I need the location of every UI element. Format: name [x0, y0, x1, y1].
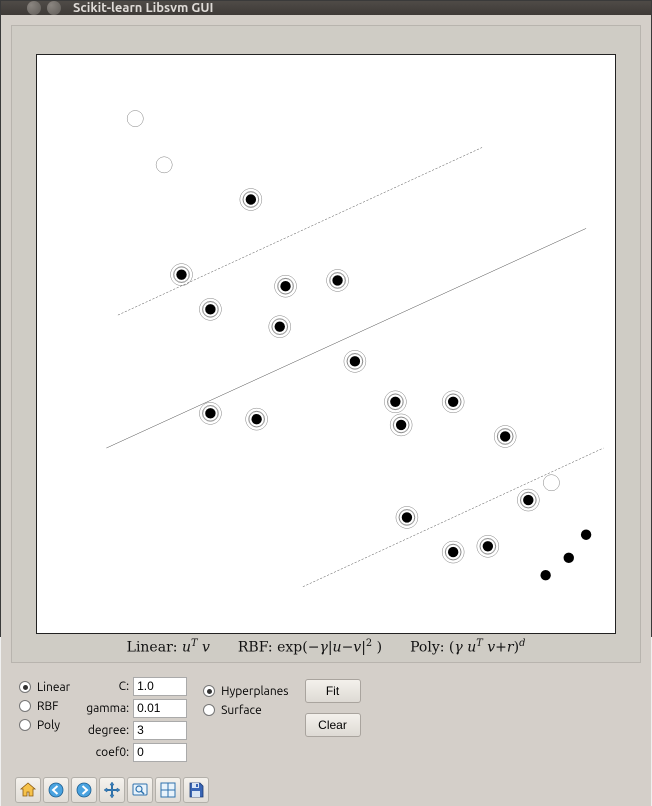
forward-button[interactable] [71, 777, 97, 803]
formula-row: Linear: uT v RBF: exp(−γ|u−v|2 ) Poly: (… [36, 634, 616, 658]
save-button[interactable] [183, 777, 209, 803]
margin-lower [303, 448, 604, 587]
decision-boundary [106, 228, 586, 448]
radio-indicator [203, 685, 215, 697]
plot-canvas[interactable] [36, 54, 616, 634]
view-surface-radio[interactable]: Surface [203, 704, 288, 717]
kernel-radio-group: Linear RBF Poly [19, 677, 70, 732]
view-surface-label: Surface [221, 704, 262, 717]
window-maximize-button[interactable] [47, 1, 61, 15]
gamma-label: gamma: [86, 702, 129, 715]
pan-icon [103, 781, 121, 799]
save-icon [187, 781, 205, 799]
radio-indicator [19, 681, 31, 693]
pan-button[interactable] [99, 777, 125, 803]
subplots-icon [159, 781, 177, 799]
view-hyperplanes-label: Hyperplanes [221, 685, 288, 698]
degree-label: degree: [86, 724, 129, 737]
kernel-rbf-label: RBF [37, 700, 58, 713]
window-close-button[interactable] [7, 1, 21, 15]
forward-icon [75, 781, 93, 799]
back-icon [47, 781, 65, 799]
linear-formula: Linear: uT v [127, 638, 210, 656]
kernel-poly-radio[interactable]: Poly [19, 719, 70, 732]
zoom-icon [131, 781, 149, 799]
radio-indicator [203, 704, 215, 716]
window-title: Scikit-learn Libsvm GUI [73, 1, 213, 15]
fit-button[interactable]: Fit [305, 679, 361, 703]
kernel-linear-label: Linear [37, 681, 70, 694]
home-icon [19, 781, 37, 799]
window-minimize-button[interactable] [27, 1, 41, 15]
coef0-label: coef0: [86, 746, 129, 759]
matplotlib-toolbar [11, 776, 641, 806]
degree-input[interactable] [133, 721, 187, 740]
clear-button[interactable]: Clear [305, 713, 361, 737]
gamma-input[interactable] [133, 699, 187, 718]
app-window: Scikit-learn Libsvm GUI Linear: uT v RBF… [0, 0, 652, 637]
coef0-input[interactable] [133, 743, 187, 762]
content-area: Linear: uT v RBF: exp(−γ|u−v|2 ) Poly: (… [1, 15, 651, 806]
margin-upper [118, 147, 482, 315]
c-input[interactable] [133, 677, 187, 696]
radio-indicator [19, 700, 31, 712]
view-radio-group: Hyperplanes Surface [203, 677, 288, 717]
subplots-button[interactable] [155, 777, 181, 803]
radio-indicator [19, 719, 31, 731]
view-hyperplanes-radio[interactable]: Hyperplanes [203, 685, 288, 698]
rbf-formula: RBF: exp(−γ|u−v|2 ) [238, 638, 382, 656]
controls-panel: Linear RBF Poly C: gamma: degree: coef0 [11, 671, 641, 768]
kernel-rbf-radio[interactable]: RBF [19, 700, 70, 713]
zoom-button[interactable] [127, 777, 153, 803]
params-grid: C: gamma: degree: coef0: [86, 677, 187, 762]
title-bar[interactable]: Scikit-learn Libsvm GUI [1, 1, 651, 15]
back-button[interactable] [43, 777, 69, 803]
kernel-linear-radio[interactable]: Linear [19, 681, 70, 694]
c-label: C: [86, 680, 129, 693]
home-button[interactable] [15, 777, 41, 803]
poly-formula: Poly: (γ uT v+r)d [410, 638, 525, 656]
action-buttons: Fit Clear [305, 677, 361, 737]
plot-frame: Linear: uT v RBF: exp(−γ|u−v|2 ) Poly: (… [11, 25, 641, 663]
window-controls [7, 1, 61, 15]
kernel-poly-label: Poly [37, 719, 60, 732]
